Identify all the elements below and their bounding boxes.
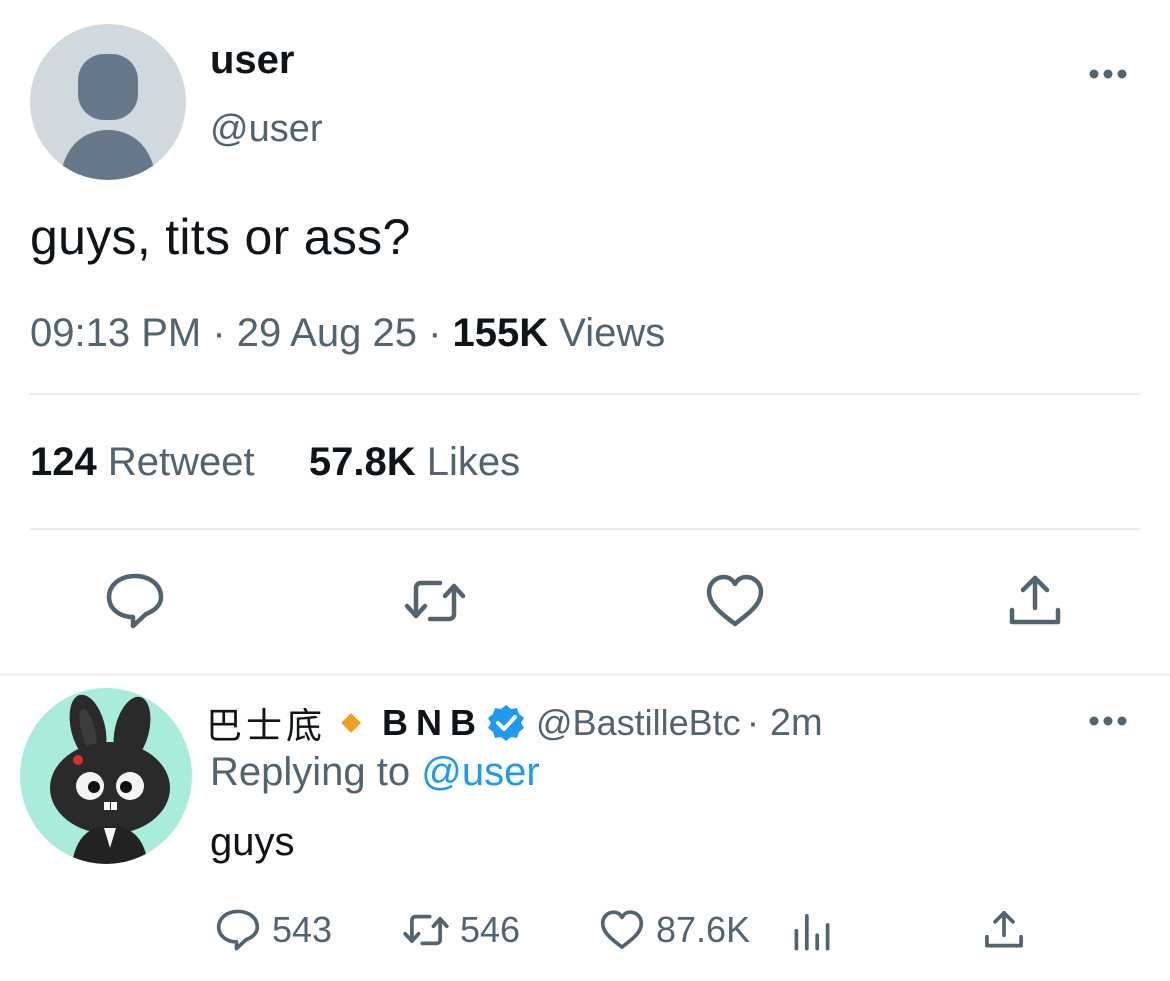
views-count: 155K bbox=[452, 311, 549, 355]
reply-text: guys bbox=[210, 820, 295, 864]
comment-icon bbox=[106, 573, 164, 629]
reply-reply-button[interactable]: 543 bbox=[212, 904, 332, 956]
main-tweet-avatar[interactable] bbox=[30, 24, 186, 180]
reply-avatar[interactable] bbox=[20, 688, 192, 864]
reply-share-button[interactable] bbox=[978, 904, 1038, 956]
reply-handle[interactable]: @BastilleBtc bbox=[536, 702, 741, 744]
main-tweet-text: guys, tits or ass? bbox=[30, 209, 411, 265]
reply-button[interactable] bbox=[100, 566, 170, 636]
heart-icon bbox=[600, 910, 644, 949]
reply-retweet-count: 546 bbox=[460, 909, 521, 950]
reply-count: 543 bbox=[272, 909, 333, 950]
likes-stat[interactable]: 57.8K Likes bbox=[309, 440, 520, 484]
main-tweet-handle[interactable]: @user bbox=[210, 108, 323, 151]
replying-prefix: Replying to bbox=[210, 750, 411, 794]
replying-mention-link[interactable]: @user bbox=[421, 750, 539, 794]
tweet-separator bbox=[0, 673, 1170, 676]
divider bbox=[30, 393, 1140, 395]
reply-header: 巴士底 BNB @BastilleBtc · 2m bbox=[206, 697, 823, 749]
reply-analytics-button[interactable] bbox=[786, 904, 846, 956]
likes-count: 57.8K bbox=[308, 440, 416, 484]
reply-like-count: 87.6K bbox=[656, 909, 751, 950]
retweets-stat[interactable]: 124 Retweet bbox=[30, 440, 255, 484]
retweet-button[interactable] bbox=[400, 566, 470, 636]
more-icon bbox=[1089, 716, 1127, 726]
engagement-stats: 124 Retweet 57.8K Likes bbox=[30, 440, 520, 485]
comment-icon bbox=[216, 909, 260, 951]
verified-badge-icon bbox=[488, 705, 525, 741]
analytics-icon bbox=[794, 914, 830, 951]
bunny-avatar-icon bbox=[50, 694, 170, 864]
retweet-label: Retweet bbox=[107, 440, 255, 484]
divider bbox=[30, 528, 1140, 530]
default-profile-icon bbox=[60, 54, 156, 180]
meta-separator: · bbox=[428, 311, 453, 355]
meta-separator: · bbox=[212, 311, 237, 355]
share-icon bbox=[1009, 575, 1061, 625]
tweet-meta: 09:13 PM · 29 Aug 25 · 155K Views bbox=[30, 311, 665, 356]
reply-more-options-button[interactable] bbox=[1084, 705, 1132, 735]
tweet-time[interactable]: 09:13 PM bbox=[30, 311, 201, 355]
share-icon bbox=[985, 911, 1023, 948]
reply-like-button[interactable]: 87.6K bbox=[596, 904, 750, 956]
reply-retweet-button[interactable]: 546 bbox=[400, 904, 520, 956]
more-options-button[interactable] bbox=[1084, 58, 1132, 88]
replying-to: Replying to @user bbox=[210, 750, 540, 795]
diamond-icon bbox=[341, 713, 361, 733]
likes-label: Likes bbox=[426, 440, 521, 484]
views-label: Views bbox=[559, 311, 666, 355]
main-tweet-display-name[interactable]: user bbox=[210, 38, 295, 83]
heart-icon bbox=[706, 574, 764, 627]
retweet-icon bbox=[404, 580, 466, 622]
reply-time[interactable]: · 2m bbox=[747, 702, 823, 745]
reply-display-name[interactable]: 巴士底 bbox=[206, 697, 326, 749]
retweet-count: 124 bbox=[30, 440, 97, 484]
tweet-date[interactable]: 29 Aug 25 bbox=[237, 311, 417, 355]
retweet-icon bbox=[403, 914, 449, 946]
more-icon bbox=[1089, 69, 1127, 79]
reply-name-suffix[interactable]: BNB bbox=[382, 702, 484, 744]
share-button[interactable] bbox=[1000, 566, 1070, 636]
like-button[interactable] bbox=[700, 566, 770, 636]
